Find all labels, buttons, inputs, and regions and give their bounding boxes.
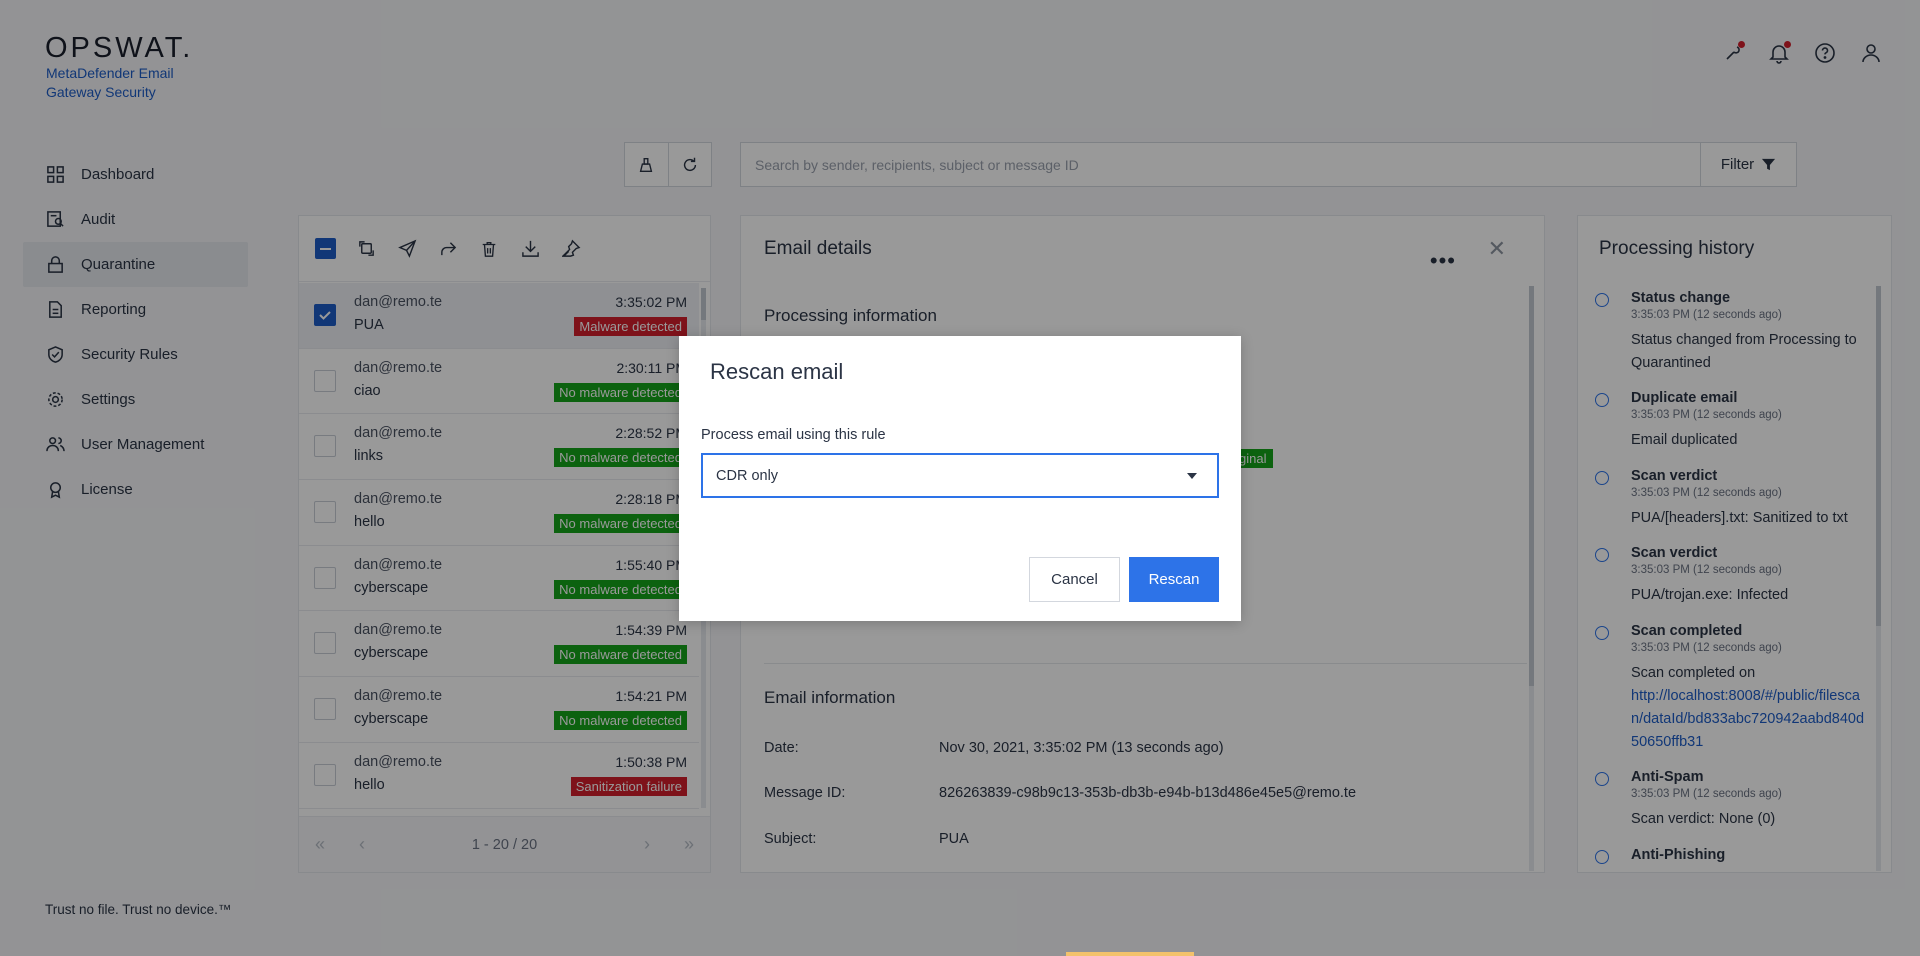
rule-select-value: CDR only bbox=[716, 467, 779, 484]
chevron-down-icon bbox=[1187, 473, 1197, 479]
cancel-button[interactable]: Cancel bbox=[1029, 557, 1120, 602]
rescan-button[interactable]: Rescan bbox=[1129, 557, 1219, 602]
rescan-email-dialog: Rescan email Process email using this ru… bbox=[679, 336, 1241, 621]
notification-strip bbox=[1066, 952, 1194, 956]
rule-select[interactable]: CDR only bbox=[701, 453, 1219, 498]
rule-label: Process email using this rule bbox=[701, 427, 886, 443]
dialog-title: Rescan email bbox=[710, 359, 844, 384]
